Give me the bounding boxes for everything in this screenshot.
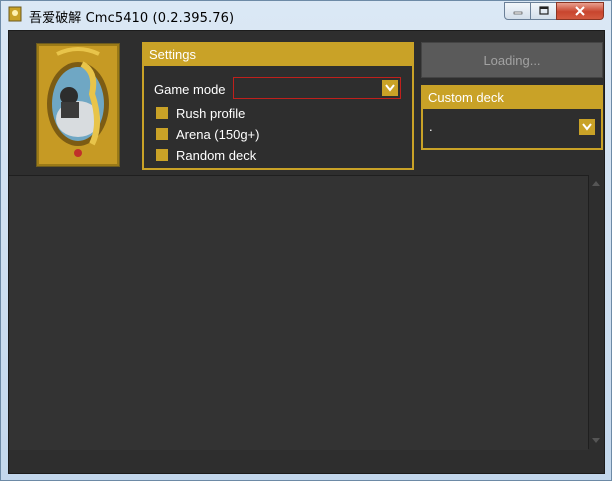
close-button[interactable] bbox=[556, 2, 604, 20]
title-bar[interactable]: 吾爱破解 Cmc5410 (0.2.395.76) bbox=[1, 1, 611, 27]
custom-deck-dropdown-button[interactable] bbox=[579, 119, 595, 135]
log-area[interactable] bbox=[9, 175, 588, 451]
log-scrollbar[interactable] bbox=[588, 175, 603, 449]
checkbox-box bbox=[156, 128, 168, 140]
game-mode-select[interactable] bbox=[233, 77, 401, 99]
scroll-down-icon[interactable] bbox=[592, 438, 600, 443]
settings-group: Settings Game mode Rush profile Arena (1… bbox=[142, 42, 414, 170]
custom-deck-header: Custom deck bbox=[423, 87, 601, 109]
random-deck-label: Random deck bbox=[176, 147, 257, 163]
main-panel: Settings Game mode Rush profile Arena (1… bbox=[8, 30, 605, 474]
game-mode-dropdown-button[interactable] bbox=[382, 80, 398, 96]
custom-deck-group: Custom deck . bbox=[421, 85, 603, 150]
checkbox-box bbox=[156, 149, 168, 161]
window-title: 吾爱破解 Cmc5410 (0.2.395.76) bbox=[29, 11, 235, 26]
minimize-icon bbox=[513, 11, 522, 15]
hero-portrait-icon bbox=[37, 44, 119, 166]
app-icon bbox=[8, 6, 22, 22]
maximize-button[interactable] bbox=[530, 2, 557, 20]
checkbox-box bbox=[156, 107, 168, 119]
app-window: 吾爱破解 Cmc5410 (0.2.395.76) Settings Game … bbox=[0, 0, 612, 481]
maximize-icon bbox=[538, 6, 549, 15]
status-bar bbox=[9, 450, 604, 473]
arena-checkbox[interactable]: Arena (150g+) bbox=[156, 126, 259, 142]
rush-profile-checkbox[interactable]: Rush profile bbox=[156, 105, 245, 121]
arena-label: Arena (150g+) bbox=[176, 126, 260, 142]
chevron-down-icon bbox=[582, 123, 592, 131]
game-mode-label: Game mode bbox=[154, 82, 226, 97]
chevron-down-icon bbox=[385, 84, 395, 92]
hero-card-image bbox=[36, 43, 120, 167]
rush-profile-label: Rush profile bbox=[176, 105, 246, 121]
minimize-button[interactable] bbox=[504, 2, 531, 20]
random-deck-checkbox[interactable]: Random deck bbox=[156, 147, 256, 163]
loading-button[interactable]: Loading... bbox=[421, 42, 603, 78]
custom-deck-value: . bbox=[429, 119, 433, 134]
settings-header: Settings bbox=[144, 44, 412, 66]
custom-deck-select[interactable]: . bbox=[427, 117, 597, 139]
close-icon bbox=[575, 6, 585, 16]
scroll-up-icon[interactable] bbox=[592, 181, 600, 186]
